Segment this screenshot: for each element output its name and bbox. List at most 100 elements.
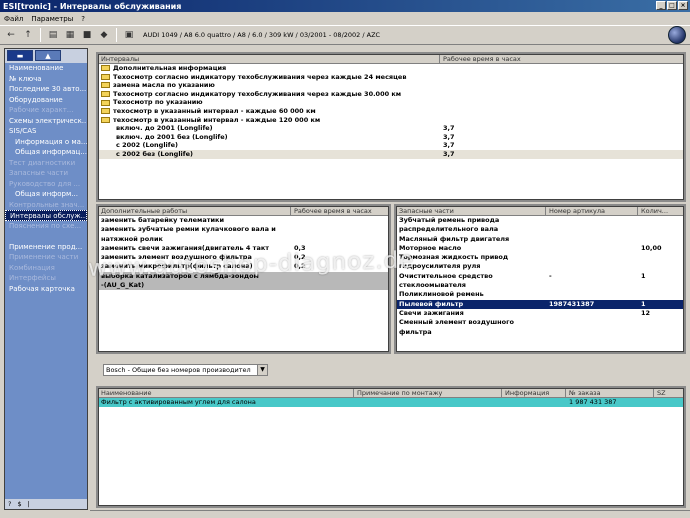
window-controls: _ □ × (656, 1, 688, 10)
sidebar-item[interactable]: Оборудование (5, 95, 87, 106)
parts-col-article[interactable]: Номер артикула (546, 206, 638, 215)
car-tab-icon[interactable]: ▬ (7, 50, 33, 61)
folder-icon (101, 65, 110, 72)
article-col-sz[interactable]: SZ (654, 388, 684, 397)
menu-bar: Файл Параметры ? (0, 12, 690, 25)
sidebar-item[interactable]: Контрольные знач... (5, 200, 87, 211)
interval-name: Техосмотр согласно индикатору техобслужи… (113, 72, 407, 81)
article-col-note[interactable]: Примечание по монтажу (354, 388, 502, 397)
sidebar-item[interactable] (5, 231, 87, 242)
interval-row[interactable]: Дополнительная информация (98, 64, 684, 73)
help-icon[interactable]: ? (8, 500, 11, 508)
interval-name: включ. до 2001 без (Longlife) (116, 132, 228, 141)
parts-col-qty[interactable]: Колич... (638, 206, 684, 215)
close-button[interactable]: × (678, 1, 688, 10)
interval-row[interactable]: Техосмотр согласно индикатору техобслужи… (98, 90, 684, 99)
intervals-col-hours[interactable]: Рабочее время в часах (440, 54, 684, 63)
sidebar-item[interactable]: Применение части (5, 252, 87, 263)
part-row[interactable]: стеклоомывателя (396, 281, 684, 290)
vehicle-icon[interactable]: ▣ (122, 28, 136, 42)
chevron-down-icon[interactable]: ▼ (257, 365, 267, 375)
work-row[interactable]: -(AU_G_Kat) (98, 281, 389, 291)
sidebar-item[interactable]: Запасные части (5, 168, 87, 179)
interval-row[interactable]: с 2002 (Longlife) 3,7 (98, 141, 684, 150)
works-col-hours[interactable]: Рабочее время в часах (291, 206, 389, 215)
interval-hours (440, 64, 684, 73)
dollar-icon[interactable]: $ (17, 500, 21, 508)
globe-icon[interactable] (668, 26, 686, 44)
part-row[interactable]: Свечи зажигания 12 (396, 309, 684, 318)
work-row[interactable]: натяжной ролик (98, 235, 389, 244)
interval-name-cell: техосмотр в указанный интервал - каждые … (98, 107, 440, 116)
manufacturer-select[interactable]: Bosch - Общие без номеров производител ▼ (103, 364, 268, 376)
interval-name: замена масла по указанию (113, 81, 215, 90)
sidebar-item[interactable]: № ключа (5, 74, 87, 85)
interval-row[interactable]: Техосмотр согласно индикатору техобслужи… (98, 73, 684, 82)
sidebar-item[interactable]: Наименование (5, 63, 87, 74)
sidebar-item[interactable]: Рабочие характ... (5, 105, 87, 116)
sidebar-item[interactable]: Тест диагностики (5, 158, 87, 169)
save-icon[interactable]: ■ (80, 28, 94, 42)
work-name: заменить зубчатые ремни кулачкового вала… (101, 225, 276, 234)
minimize-button[interactable]: _ (656, 1, 666, 10)
up-arrow-icon[interactable]: ↑ (21, 28, 35, 42)
parts-col-name[interactable]: Запасные части (396, 206, 546, 215)
truck-tab-icon[interactable]: ▲ (35, 50, 61, 61)
interval-hours: 3,7 (443, 149, 455, 158)
sidebar-item[interactable]: Информация о ма... (5, 137, 87, 148)
work-row[interactable]: заменить зубчатые ремни кулачкового вала… (98, 225, 389, 234)
interval-name-cell: техосмотр в указанный интервал - каждые … (98, 116, 440, 125)
interval-name-cell: Техосмотр по указанию (98, 98, 440, 107)
menu-file[interactable]: Файл (4, 15, 23, 23)
article-col-order[interactable]: № заказа (566, 388, 654, 397)
part-row[interactable]: Пылевой фильтр 1987431387 1 (396, 299, 684, 309)
work-name: натяжной ролик (101, 234, 163, 243)
part-name: Пылевой фильтр (399, 299, 464, 308)
part-article (546, 290, 638, 299)
part-row[interactable]: Очистительное средство -1 (396, 272, 684, 281)
folder-icon (101, 82, 110, 89)
interval-row[interactable]: техосмотр в указанный интервал - каждые … (98, 116, 684, 125)
article-row[interactable]: Фильтр с активированным углем для салона… (98, 398, 684, 408)
maximize-button[interactable]: □ (667, 1, 677, 10)
menu-help[interactable]: ? (81, 15, 85, 23)
back-arrow-icon[interactable]: ← (4, 28, 18, 42)
sidebar-item[interactable]: Общая информац... (5, 147, 87, 158)
car-icon[interactable]: ◆ (97, 28, 111, 42)
sidebar-item[interactable]: Применение прод... (5, 242, 87, 253)
sidebar-item[interactable]: Интервалы обслуж... (5, 210, 87, 221)
sidebar-item[interactable]: Общая информ... (5, 189, 87, 200)
interval-row[interactable]: с 2002 без (Longlife) 3,7 (98, 149, 684, 159)
interval-row[interactable]: включ. до 2001 (Longlife) 3,7 (98, 124, 684, 133)
interval-row[interactable]: техосмотр в указанный интервал - каждые … (98, 107, 684, 116)
interval-row[interactable]: замена масла по указанию (98, 81, 684, 90)
part-row[interactable]: фильтра (396, 328, 684, 337)
part-row[interactable]: Поликлиновой ремень (396, 290, 684, 299)
sidebar-item[interactable]: Руководство для ... (5, 179, 87, 190)
interval-row[interactable]: Техосмотр по указанию (98, 98, 684, 107)
interval-hours: 3,7 (443, 132, 455, 141)
calendar-icon[interactable]: ▦ (63, 28, 77, 42)
article-col-name[interactable]: Наименование (98, 388, 354, 397)
sidebar-item[interactable]: Схемы электрическ... (5, 116, 87, 127)
sidebar-item[interactable]: Интерфейсы (5, 273, 87, 284)
part-row[interactable]: Зубчатый ремень привода (396, 216, 684, 225)
part-row[interactable]: распределительного вала (396, 225, 684, 234)
sidebar-item[interactable]: Последние 30 авто... (5, 84, 87, 95)
work-name: заменить батарейку телематики (101, 216, 225, 224)
sidebar-item[interactable]: Пояснения по схе... (5, 221, 87, 232)
print-icon[interactable]: ▤ (46, 28, 60, 42)
interval-row[interactable]: включ. до 2001 без (Longlife) 3,7 (98, 133, 684, 142)
vehicle-info: AUDI 1049 / A8 6.0 quattro / A8 / 6.0 / … (143, 31, 381, 39)
sidebar-item[interactable]: Комбинация (5, 263, 87, 274)
menu-params[interactable]: Параметры (31, 15, 73, 23)
sidebar-item[interactable]: SIS/CAS (5, 126, 87, 137)
works-col-name[interactable]: Дополнительные работы (98, 206, 291, 215)
part-row[interactable]: Сменный элемент воздушного (396, 318, 684, 327)
intervals-panel: Интервалы Рабочее время в часах Дополнит… (96, 52, 686, 202)
sidebar-item[interactable]: Рабочая карточка (5, 284, 87, 295)
part-name: распределительного вала (399, 225, 499, 234)
work-row[interactable]: заменить батарейку телематики (98, 216, 389, 225)
article-col-info[interactable]: Информация (502, 388, 566, 397)
intervals-col-name[interactable]: Интервалы (98, 54, 440, 63)
